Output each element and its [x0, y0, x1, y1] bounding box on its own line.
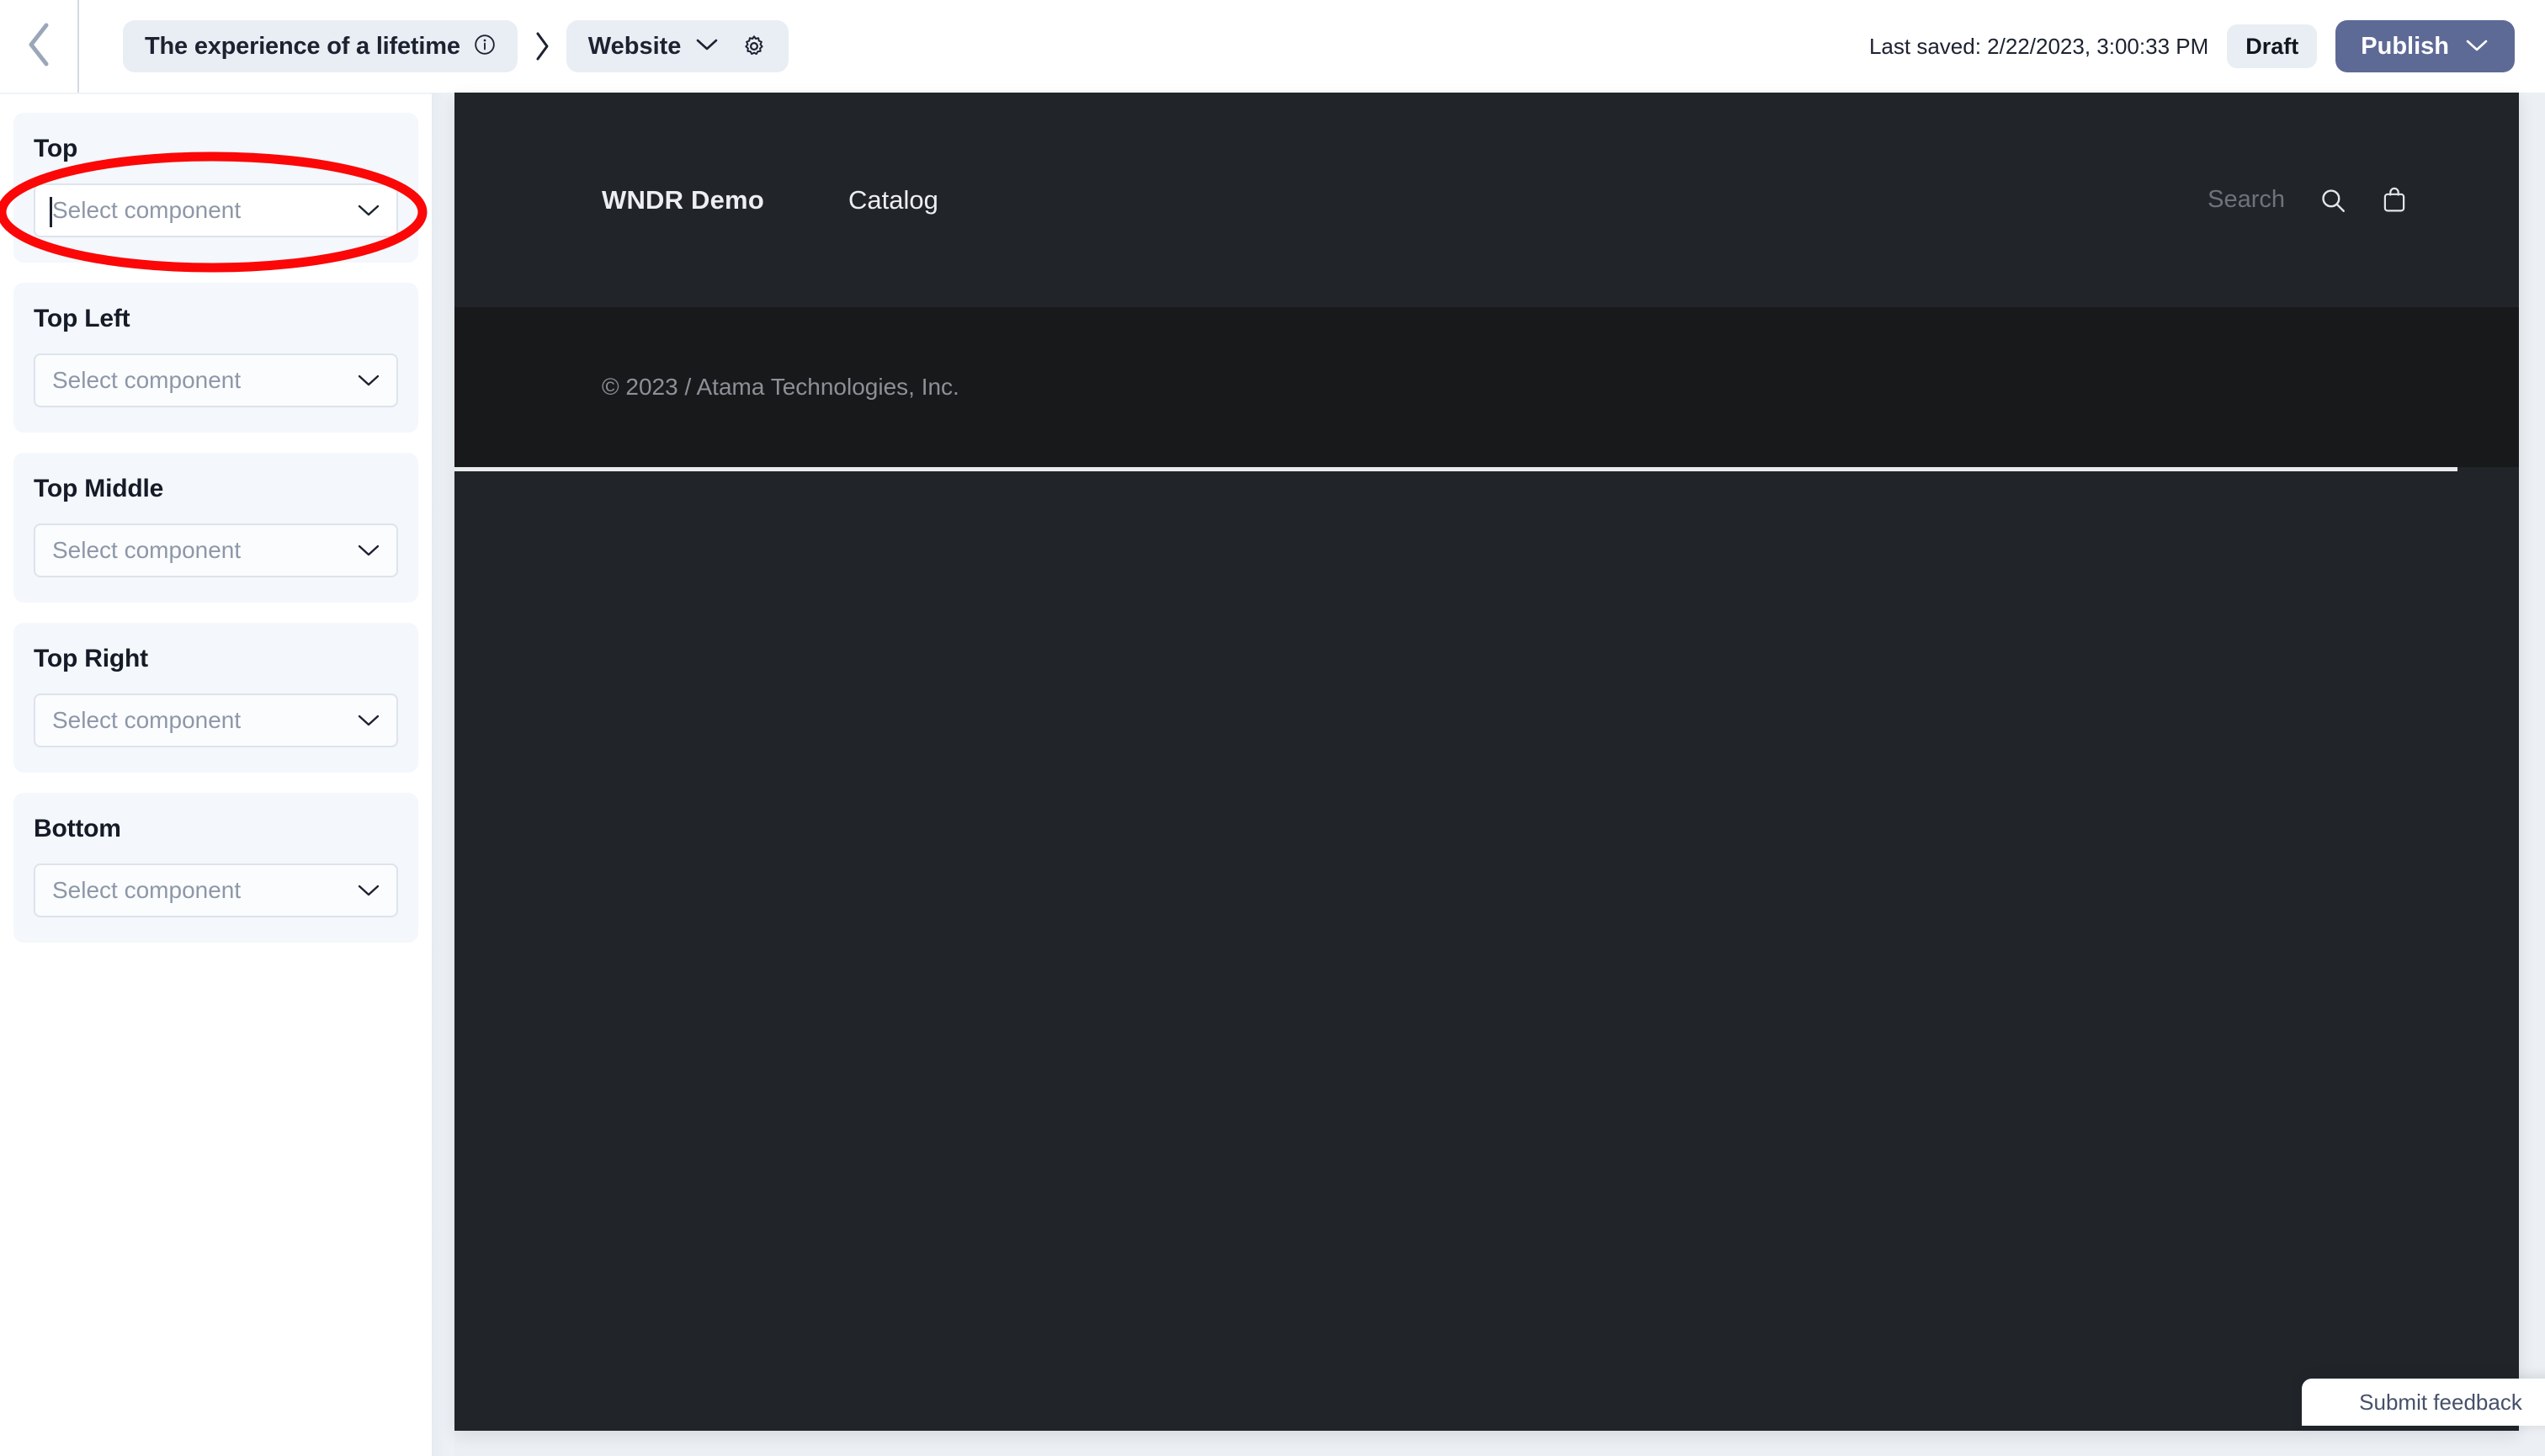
publish-label: Publish — [2361, 32, 2449, 60]
submit-feedback-button[interactable]: Submit feedback — [2302, 1379, 2545, 1426]
chevron-left-icon — [24, 21, 53, 72]
status-badge: Draft — [2227, 24, 2318, 68]
preview-copyright: © 2023 / Atama Technologies, Inc. — [602, 374, 959, 400]
sidebar-scrollbar-gutter[interactable] — [432, 93, 454, 1456]
sidebar-section-top-middle: Top Middle Select component — [13, 453, 418, 603]
component-select-bottom[interactable]: Select component — [34, 864, 398, 917]
preview-search-placeholder[interactable]: Search — [2208, 186, 2285, 214]
select-placeholder: Select component — [52, 197, 242, 223]
select-placeholder: Select component — [52, 877, 242, 903]
preview-navbar: WNDR Demo Catalog Search — [454, 93, 2519, 307]
preview-footer: © 2023 / Atama Technologies, Inc. — [454, 307, 2519, 467]
component-select-top-left[interactable]: Select component — [34, 353, 398, 407]
chevron-down-icon[interactable] — [356, 372, 381, 389]
chevron-down-icon[interactable] — [356, 882, 381, 899]
chevron-down-icon[interactable] — [2464, 33, 2489, 61]
chevron-down-icon[interactable] — [356, 712, 381, 729]
section-label: Bottom — [34, 815, 121, 842]
section-label: Top — [34, 135, 78, 162]
breadcrumb-separator — [518, 30, 566, 62]
sidebar-section-top-left: Top Left Select component — [13, 283, 418, 433]
chevron-down-icon[interactable] — [694, 36, 720, 57]
header-actions: Last saved: 2/22/2023, 3:00:33 PM Draft … — [1869, 20, 2545, 72]
select-placeholder: Select component — [52, 537, 242, 563]
info-circle-icon[interactable] — [474, 34, 496, 60]
shopping-bag-icon[interactable] — [2381, 186, 2408, 215]
app-root: The experience of a lifetime Website Las… — [0, 0, 2545, 1456]
preview-nav-link-catalog[interactable]: Catalog — [848, 185, 938, 215]
breadcrumb-page-pill[interactable]: The experience of a lifetime — [123, 20, 518, 72]
section-label: Top Left — [34, 305, 130, 332]
preview-footer-rule — [454, 467, 2457, 471]
chevron-down-icon[interactable] — [356, 542, 381, 559]
scope-label: Website — [587, 32, 682, 60]
section-label: Top Middle — [34, 475, 164, 502]
component-select-top-middle[interactable]: Select component — [34, 523, 398, 577]
sidebar-section-top: Top Select component — [13, 113, 418, 263]
preview-brand: WNDR Demo — [602, 184, 764, 215]
page-title: The experience of a lifetime — [145, 32, 460, 60]
gear-icon[interactable] — [733, 34, 767, 59]
sidebar-section-top-right: Top Right Select component — [13, 623, 418, 773]
preview-nav-actions: Search — [2208, 186, 2519, 215]
search-icon[interactable] — [2319, 186, 2347, 215]
website-preview: WNDR Demo Catalog Search © 2023 / Atama … — [454, 93, 2519, 1431]
select-placeholder: Select component — [52, 367, 242, 393]
last-saved-text: Last saved: 2/22/2023, 3:00:33 PM — [1868, 33, 2209, 59]
submit-feedback-label: Submit feedback — [2359, 1389, 2522, 1415]
text-caret — [50, 197, 52, 227]
publish-button[interactable]: Publish — [2335, 20, 2515, 72]
back-button[interactable] — [0, 0, 77, 93]
component-select-top[interactable]: Select component — [34, 183, 398, 237]
component-sidebar: Top Select component Top Left Select com… — [0, 93, 432, 1435]
breadcrumb-scope-pill[interactable]: Website — [566, 20, 789, 72]
breadcrumb: The experience of a lifetime Website — [79, 20, 789, 72]
app-header: The experience of a lifetime Website Las… — [0, 0, 2545, 93]
select-placeholder: Select component — [52, 707, 242, 733]
sidebar-section-bottom: Bottom Select component — [13, 793, 418, 943]
section-label: Top Right — [34, 645, 148, 672]
chevron-down-icon[interactable] — [356, 202, 381, 219]
component-select-top-right[interactable]: Select component — [34, 693, 398, 747]
